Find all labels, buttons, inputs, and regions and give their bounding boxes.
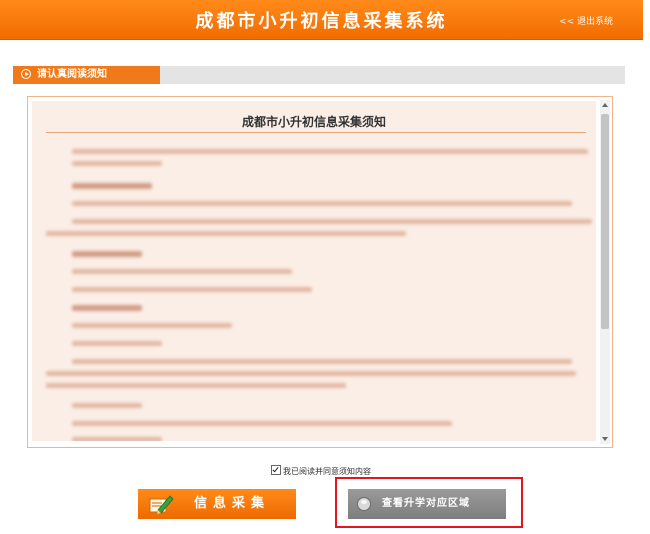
pencil-note-icon bbox=[149, 495, 174, 514]
section-bar: 请认真阅读须知 bbox=[13, 66, 625, 84]
agree-checkbox[interactable] bbox=[271, 465, 281, 475]
view-school-area-label: 查看升学对应区域 bbox=[382, 498, 470, 509]
scroll-up-icon[interactable] bbox=[602, 103, 608, 107]
info-collect-label: 信息采集 bbox=[194, 496, 271, 511]
app-title: 成都市小升初信息采集系统 bbox=[195, 11, 448, 32]
scroll-down-icon[interactable] bbox=[602, 437, 608, 441]
info-collect-button[interactable]: 信息采集 bbox=[138, 489, 296, 519]
scroll-thumb[interactable] bbox=[601, 114, 609, 329]
play-circle-icon bbox=[21, 69, 31, 79]
agree-row[interactable]: 我已阅读并同意须知内容 bbox=[271, 465, 371, 477]
app-header: 成都市小升初信息采集系统 << 退出系统 bbox=[0, 0, 643, 40]
section-tab: 请认真阅读须知 bbox=[13, 66, 160, 84]
notice-content: 成都市小升初信息采集须知 bbox=[32, 101, 596, 441]
view-school-area-button[interactable]: 查看升学对应区域 bbox=[348, 489, 506, 519]
blurred-notice-text bbox=[32, 101, 596, 441]
notice-panel: 成都市小升初信息采集须知 bbox=[27, 96, 613, 448]
disc-icon bbox=[357, 497, 371, 511]
agree-label: 我已阅读并同意须知内容 bbox=[283, 467, 371, 476]
section-tab-label: 请认真阅读须知 bbox=[37, 69, 107, 80]
logout-link[interactable]: << 退出系统 bbox=[559, 14, 613, 27]
notice-scrollbar[interactable] bbox=[600, 100, 610, 444]
